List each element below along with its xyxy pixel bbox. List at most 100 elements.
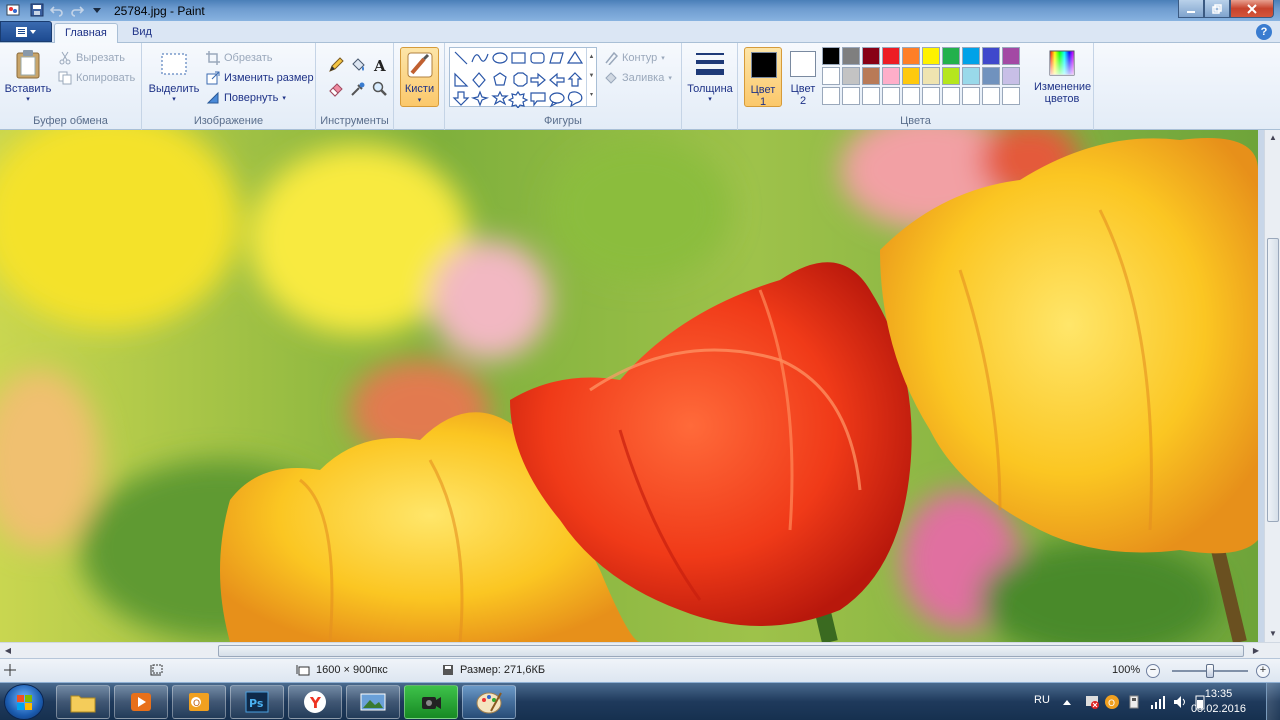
scroll-down-icon[interactable]: ▼: [1265, 626, 1280, 642]
palette-swatch[interactable]: [902, 67, 920, 85]
cut-button[interactable]: Вырезать: [58, 51, 125, 65]
taskbar-photoshop[interactable]: Ps: [230, 685, 284, 719]
horizontal-scroll-thumb[interactable]: [218, 645, 1244, 657]
palette-swatch[interactable]: [982, 67, 1000, 85]
vertical-scrollbar[interactable]: ▲ ▼: [1264, 130, 1280, 642]
tab-home[interactable]: Главная: [54, 23, 118, 44]
taskbar-explorer[interactable]: [56, 685, 110, 719]
zoom-in-button[interactable]: +: [1256, 664, 1270, 678]
resize-label: Изменить размер: [224, 72, 314, 84]
clock[interactable]: 13:35 05.02.2016: [1191, 687, 1246, 717]
horizontal-scrollbar[interactable]: ◀ ▶: [0, 642, 1280, 658]
brush-icon: [407, 52, 433, 78]
palette-swatch[interactable]: [902, 87, 920, 105]
vertical-scroll-thumb[interactable]: [1267, 238, 1279, 522]
palette-swatch[interactable]: [962, 87, 980, 105]
start-button[interactable]: [4, 684, 44, 720]
tray-expand-icon[interactable]: [1062, 698, 1072, 706]
scroll-left-icon[interactable]: ◀: [0, 643, 16, 659]
paste-button[interactable]: Вставить ▾: [4, 49, 52, 103]
palette-swatch[interactable]: [902, 47, 920, 65]
brushes-button[interactable]: Кисти ▾: [400, 47, 439, 107]
palette-swatch[interactable]: [842, 87, 860, 105]
zoom-slider-knob[interactable]: [1206, 664, 1214, 678]
palette-swatch[interactable]: [822, 67, 840, 85]
tulips-photo[interactable]: [0, 130, 1258, 642]
paint-app-icon[interactable]: [6, 3, 20, 17]
resize-button[interactable]: Изменить размер: [206, 71, 314, 85]
minimize-button[interactable]: [1178, 0, 1204, 18]
palette-swatch[interactable]: [842, 67, 860, 85]
palette-swatch[interactable]: [822, 87, 840, 105]
undo-icon[interactable]: [50, 3, 64, 17]
palette-swatch[interactable]: [1002, 67, 1020, 85]
volume-icon[interactable]: [1172, 694, 1188, 710]
redo-icon[interactable]: [70, 3, 84, 17]
palette-swatch[interactable]: [882, 47, 900, 65]
color1-button[interactable]: Цвет 1: [744, 47, 782, 108]
taskbar-media-player[interactable]: [114, 685, 168, 719]
palette-swatch[interactable]: [982, 87, 1000, 105]
window-title: 25784.jpg - Paint: [114, 4, 205, 18]
rotate-button[interactable]: Повернуть ▾: [206, 91, 286, 105]
signal-strength-icon[interactable]: [1150, 694, 1166, 710]
palette-swatch[interactable]: [942, 67, 960, 85]
close-button[interactable]: [1230, 0, 1274, 18]
taskbar-photo-viewer[interactable]: [346, 685, 400, 719]
quick-access-dropdown-icon[interactable]: [90, 3, 104, 17]
palette-swatch[interactable]: [862, 87, 880, 105]
palette-swatch[interactable]: [842, 47, 860, 65]
color2-button[interactable]: Цвет 2: [784, 47, 822, 107]
minimize-icon: [1187, 10, 1195, 13]
edit-colors-button[interactable]: Изменение цветов: [1034, 49, 1091, 105]
palette-swatch[interactable]: [942, 47, 960, 65]
help-icon[interactable]: ?: [1256, 24, 1272, 40]
palette-swatch[interactable]: [822, 47, 840, 65]
palette-swatch[interactable]: [862, 47, 880, 65]
text-tool[interactable]: A: [370, 55, 390, 75]
taskbar-recorder[interactable]: [404, 685, 458, 719]
taskbar-paint[interactable]: [462, 685, 516, 719]
save-icon[interactable]: [30, 3, 44, 17]
taskbar-yandex-browser[interactable]: Y: [288, 685, 342, 719]
zoom-out-button[interactable]: −: [1146, 664, 1160, 678]
canvas-area[interactable]: [0, 130, 1264, 642]
tab-view[interactable]: Вид: [122, 23, 162, 44]
tray-usb-icon[interactable]: [1126, 694, 1142, 710]
outline-button[interactable]: Контур ▾: [604, 51, 665, 65]
palette-swatch[interactable]: [922, 67, 940, 85]
taskbar-outlook[interactable]: O: [172, 685, 226, 719]
palette-swatch[interactable]: [882, 67, 900, 85]
scroll-up-icon[interactable]: ▲: [1265, 130, 1280, 146]
maximize-button[interactable]: [1204, 0, 1230, 18]
colors-group-label: Цвета: [900, 115, 931, 127]
palette-swatch[interactable]: [962, 67, 980, 85]
palette-swatch[interactable]: [982, 47, 1000, 65]
palette-swatch[interactable]: [882, 87, 900, 105]
app-menu-button[interactable]: [0, 21, 52, 42]
fill-tool[interactable]: [348, 55, 368, 75]
eraser-tool[interactable]: [326, 79, 346, 99]
scroll-right-icon[interactable]: ▶: [1248, 643, 1264, 659]
palette-swatch[interactable]: [922, 87, 940, 105]
size-button[interactable]: Толщина ▾: [686, 49, 734, 103]
palette-swatch[interactable]: [942, 87, 960, 105]
magnifier-tool[interactable]: [370, 79, 390, 99]
palette-swatch[interactable]: [1002, 87, 1020, 105]
palette-swatch[interactable]: [862, 67, 880, 85]
tray-app-icon[interactable]: O: [1104, 694, 1120, 710]
shapes-gallery-icons[interactable]: [450, 48, 598, 108]
pencil-tool[interactable]: [326, 55, 346, 75]
palette-swatch[interactable]: [962, 47, 980, 65]
language-indicator[interactable]: RU: [1034, 694, 1050, 706]
select-button[interactable]: Выделить ▾: [148, 49, 200, 103]
fill-button[interactable]: Заливка ▾: [604, 71, 672, 85]
color-picker-tool[interactable]: [348, 79, 368, 99]
eyedropper-icon: [351, 82, 365, 96]
palette-swatch[interactable]: [922, 47, 940, 65]
tray-network-error-icon[interactable]: [1084, 694, 1100, 710]
crop-button[interactable]: Обрезать: [206, 51, 273, 65]
copy-button[interactable]: Копировать: [58, 71, 135, 85]
show-desktop-button[interactable]: [1266, 683, 1280, 720]
palette-swatch[interactable]: [1002, 47, 1020, 65]
